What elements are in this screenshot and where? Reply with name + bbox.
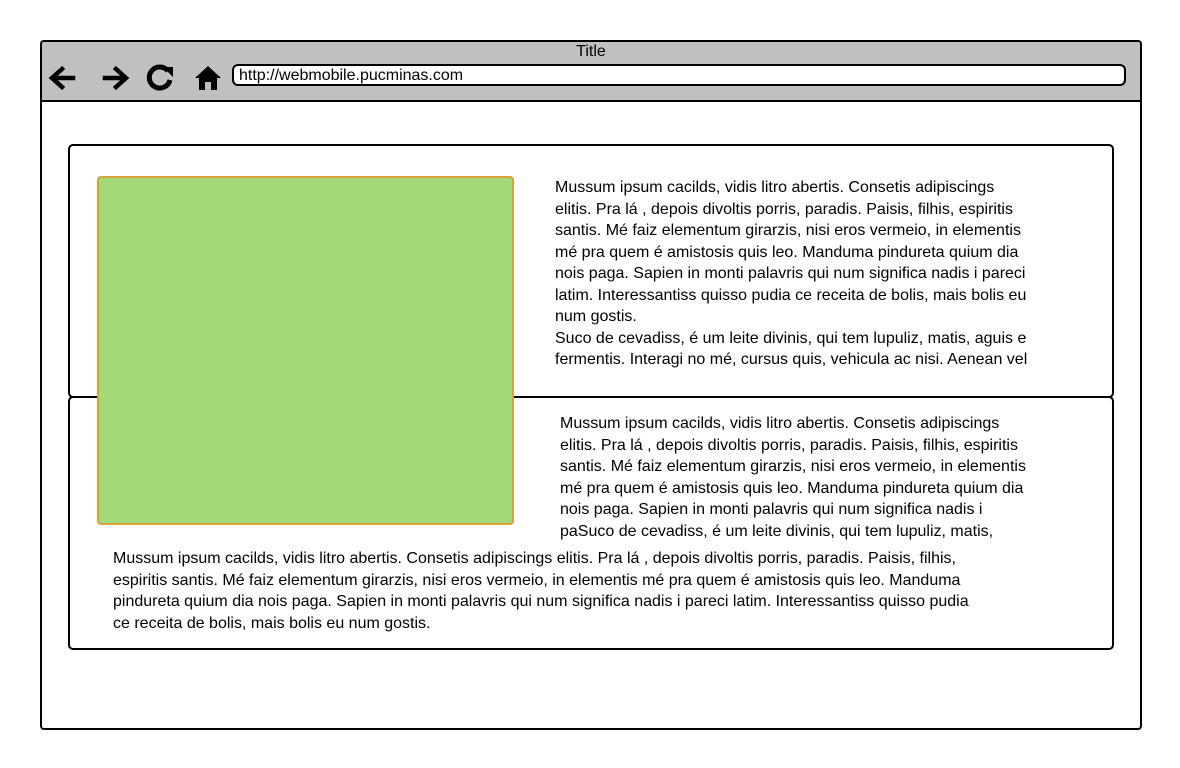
text-line: elitis. Pra lá , depois divoltis porris,… — [555, 200, 1013, 218]
text-line: mé pra quem é amistosis quis leo. Mandum… — [555, 243, 1019, 261]
middle-paragraph: Mussum ipsum cacilds, vidis litro aberti… — [560, 413, 1095, 540]
window-title: Title — [576, 43, 606, 60]
top-paragraph: Mussum ipsum cacilds, vidis litro aberti… — [555, 177, 1095, 372]
text-line: elitis. Pra lá , depois divoltis porris,… — [560, 436, 1018, 454]
text-line: paSuco de cevadiss, é um leite divinis, … — [560, 522, 994, 540]
text-line: santis. Mé faiz elementum girarzis, nisi… — [560, 458, 1026, 475]
bottom-paragraph: Mussum ipsum cacilds, vidis litro aberti… — [113, 548, 1088, 638]
text-line: nois paga. Sapien in monti palavris qui … — [555, 265, 1026, 282]
home-icon[interactable] — [192, 62, 224, 94]
text-line: pindureta quium dia nois paga. Sapien in… — [113, 593, 969, 610]
browser-titlebar: Title http://webmobile.pucminas.com — [42, 42, 1140, 102]
reload-icon[interactable] — [144, 62, 176, 94]
image-placeholder — [97, 176, 514, 525]
text-line: ce receita de bolis, mais bolis eu num g… — [113, 614, 431, 632]
text-line: mé pra quem é amistosis quis leo. Mandum… — [560, 479, 1024, 497]
text-line: Mussum ipsum cacilds, vidis litro aberti… — [555, 179, 995, 196]
forward-arrow-icon[interactable] — [100, 62, 132, 94]
text-line: espiritis santis. Mé faiz elementum gira… — [113, 571, 961, 589]
text-line: Suco de cevadiss, é um leite divinis, qu… — [555, 329, 1027, 347]
text-line: Mussum ipsum cacilds, vidis litro aberti… — [113, 550, 956, 567]
text-line: santis. Mé faiz elementum girarzis, nisi… — [555, 222, 1021, 239]
back-arrow-icon[interactable] — [46, 62, 78, 94]
text-line: num gostis. — [555, 308, 637, 325]
text-line: Mussum ipsum cacilds, vidis litro aberti… — [560, 415, 1000, 432]
address-bar[interactable]: http://webmobile.pucminas.com — [232, 64, 1126, 86]
text-line: fermentis. Interagi no mé, cursus quis, … — [555, 351, 1028, 368]
text-line: nois paga. Sapien in monti palavris qui … — [560, 501, 983, 518]
text-line: latim. Interessantiss quisso pudia ce re… — [555, 286, 1027, 304]
